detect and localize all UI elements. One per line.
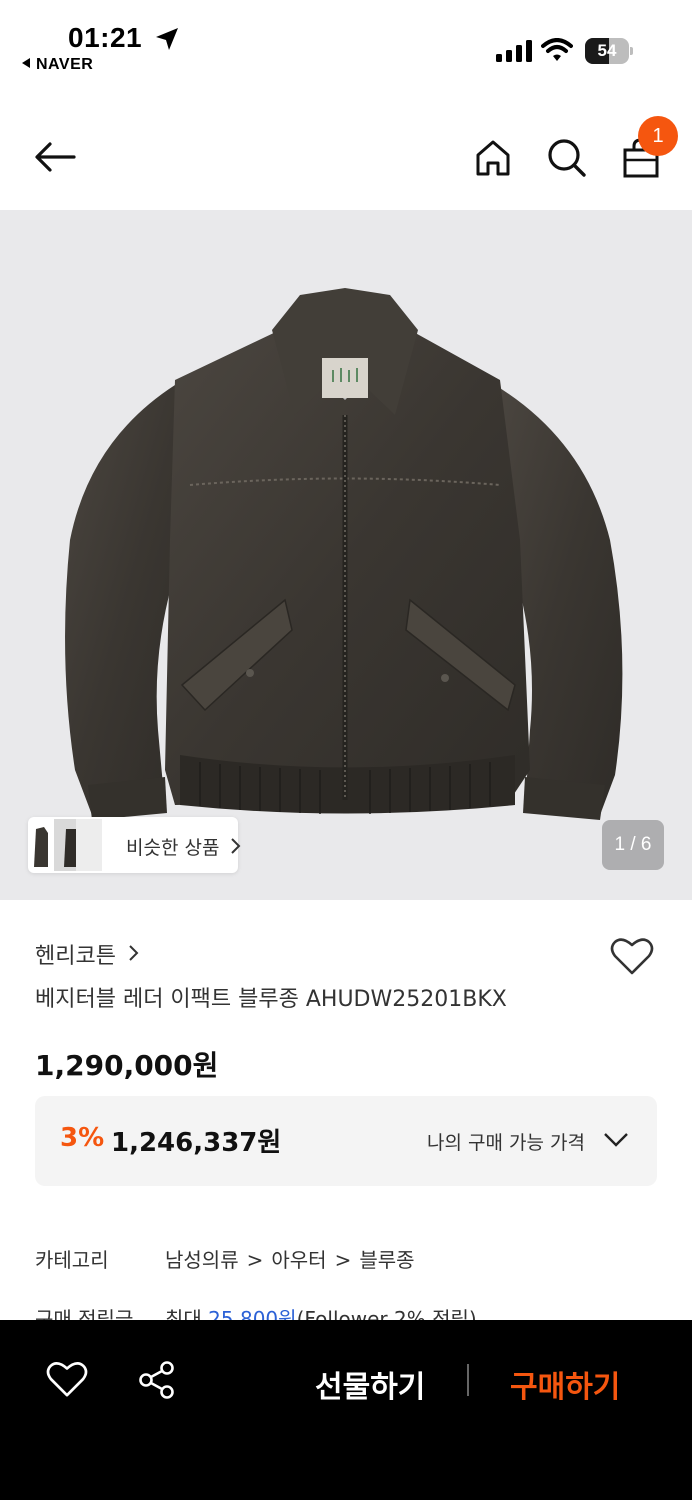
- back-app-label: NAVER: [36, 56, 94, 73]
- top-nav: [0, 100, 692, 210]
- discounted-price: 1,246,337원: [111, 1128, 282, 1158]
- status-time: 01:21: [68, 22, 143, 53]
- heart-icon[interactable]: [46, 1360, 88, 1402]
- similar-products-button[interactable]: 비슷한 상품: [28, 817, 241, 873]
- discount-percent: 3%: [60, 1123, 105, 1153]
- back-to-app[interactable]: NAVER: [22, 56, 93, 74]
- gift-button[interactable]: 선물하기: [315, 1362, 425, 1406]
- chevron-right-icon: [230, 837, 242, 859]
- battery-percent: 54: [597, 41, 617, 60]
- bottom-action-bar: 선물하기 구매하기: [0, 1320, 692, 1500]
- bar-divider: [467, 1364, 469, 1396]
- location-arrow-icon: [154, 26, 180, 56]
- share-icon[interactable]: [138, 1360, 176, 1404]
- search-icon[interactable]: [544, 135, 590, 181]
- back-triangle-icon: [22, 58, 30, 68]
- category-label: 카테고리: [35, 1248, 109, 1272]
- wishlist-heart-icon[interactable]: [610, 936, 654, 980]
- image-page-indicator: 1 / 6: [602, 820, 664, 870]
- breadcrumb-separator-icon: >: [246, 1248, 264, 1272]
- my-price-label: 나의 구매 가능 가격: [427, 1132, 585, 1154]
- category-level-1[interactable]: 남성의류: [165, 1248, 239, 1272]
- brand-chevron-right-icon: [128, 944, 140, 966]
- product-name: 베지터블 레더 이팩트 블루종 AHUDW25201BKX: [35, 987, 507, 1012]
- product-price: 1,290,000원: [35, 1049, 219, 1082]
- wifi-icon: [541, 38, 573, 66]
- chevron-down-icon: [603, 1132, 629, 1152]
- status-bar: 01:21 NAVER 54: [0, 0, 692, 88]
- breadcrumb-separator-icon: >: [334, 1248, 352, 1272]
- battery-indicator: 54: [585, 38, 633, 64]
- jacket-product-image: [65, 288, 623, 820]
- similar-products-thumbnail: [30, 819, 102, 871]
- similar-products-label: 비슷한 상품: [126, 837, 220, 859]
- cellular-signal-icon: [496, 40, 532, 66]
- home-icon[interactable]: [470, 135, 516, 181]
- category-level-3[interactable]: 블루종: [359, 1248, 414, 1272]
- cart-count-badge: 1: [638, 116, 678, 156]
- buy-button[interactable]: 구매하기: [510, 1362, 620, 1406]
- brand-link[interactable]: 헨리코튼: [35, 938, 116, 970]
- my-purchase-price-box[interactable]: 3% 1,246,337원 나의 구매 가능 가격: [35, 1096, 657, 1186]
- category-breadcrumb: 남성의류 > 아우터 > 블루종: [165, 1244, 415, 1273]
- category-level-2[interactable]: 아우터: [271, 1248, 326, 1272]
- product-image-gallery[interactable]: 비슷한 상품 1 / 6: [0, 210, 692, 900]
- back-arrow-icon[interactable]: [32, 135, 78, 181]
